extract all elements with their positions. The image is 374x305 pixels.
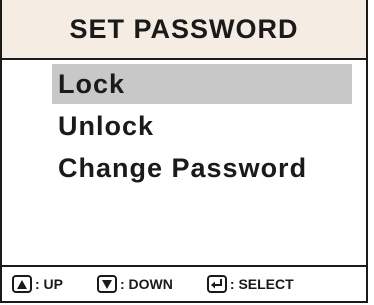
hint-down-label: : DOWN xyxy=(120,276,173,292)
enter-key-icon[interactable] xyxy=(206,275,227,293)
up-arrow-key-icon[interactable] xyxy=(12,275,32,293)
hint-up: : UP xyxy=(12,275,63,293)
menu-item-lock[interactable]: Lock xyxy=(52,64,352,104)
menu-item-label: Lock xyxy=(58,68,126,99)
hint-up-label: : UP xyxy=(35,276,63,292)
hint-select-label: : SELECT xyxy=(229,276,294,292)
menu-item-label: Unlock xyxy=(58,110,155,141)
menu-item-unlock[interactable]: Unlock xyxy=(52,106,352,146)
menu-item-label: Change Password xyxy=(58,152,308,183)
password-menu: Lock Unlock Change Password xyxy=(52,64,352,190)
title-bar: SET PASSWORD xyxy=(2,0,366,60)
page-title: SET PASSWORD xyxy=(69,13,299,44)
down-arrow-key-icon[interactable] xyxy=(97,275,117,293)
key-hint-bar: : UP : DOWN : SELECT xyxy=(2,265,366,301)
hint-down: : DOWN xyxy=(97,275,173,293)
menu-item-change-password[interactable]: Change Password xyxy=(52,148,352,188)
hint-select: : SELECT xyxy=(206,275,294,293)
osd-screen: SET PASSWORD Lock Unlock Change Password… xyxy=(0,0,368,303)
